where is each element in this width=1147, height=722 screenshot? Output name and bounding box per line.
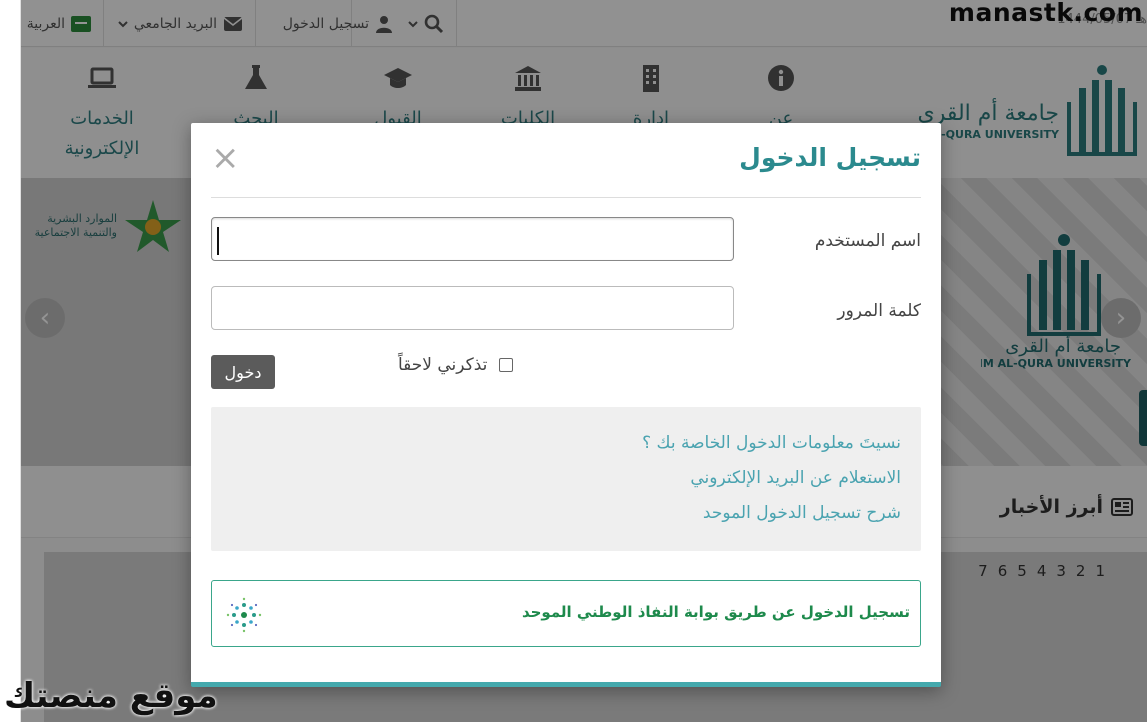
nafath-login-button[interactable]: تسجيل الدخول عن طريق بوابة النفاذ الوطني… <box>211 580 921 647</box>
text-caret <box>217 227 219 255</box>
bottom-watermark: موقع منصتك <box>4 676 218 716</box>
email-inquiry-link[interactable]: الاستعلام عن البريد الإلكتروني <box>690 468 901 488</box>
password-input[interactable] <box>211 286 734 330</box>
remember-me-label: تذكرني لاحقاً <box>398 355 488 375</box>
username-input[interactable] <box>211 217 734 261</box>
nafath-login-label: تسجيل الدخول عن طريق بوابة النفاذ الوطني… <box>521 603 910 621</box>
modal-divider <box>211 197 921 198</box>
unified-login-guide-link[interactable]: شرح تسجيل الدخول الموحد <box>703 503 901 523</box>
left-edge-strip <box>0 0 21 722</box>
username-label: اسم المستخدم <box>814 231 921 251</box>
close-icon[interactable]: × <box>211 141 240 175</box>
login-modal: تسجيل الدخول × اسم المستخدم كلمة المرور … <box>191 123 941 687</box>
forgot-credentials-link[interactable]: نسيتَ معلومات الدخول الخاصة بك ؟ <box>642 433 901 453</box>
modal-title: تسجيل الدخول <box>739 143 921 172</box>
remember-me-checkbox[interactable] <box>499 358 514 372</box>
password-label: كلمة المرور <box>837 301 921 321</box>
help-links-box: نسيتَ معلومات الدخول الخاصة بك ؟ الاستعل… <box>211 407 921 551</box>
remember-me[interactable]: تذكرني لاحقاً <box>398 355 514 375</box>
nafath-icon <box>226 597 262 633</box>
login-button[interactable]: دخول <box>211 355 275 389</box>
